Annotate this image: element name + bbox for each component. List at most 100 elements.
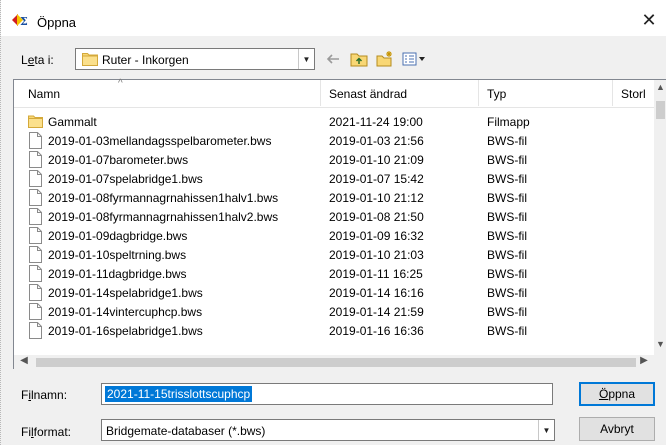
file-type: BWS-fil [487,134,527,148]
file-icon [29,132,42,149]
file-icon [29,303,42,320]
scroll-up-button[interactable]: ▲ [654,82,666,96]
filename-value: 2021-11-15trisslottscuphcp [105,386,253,402]
file-modified: 2019-01-10 21:03 [329,248,424,262]
file-row[interactable]: Gammalt 2021-11-24 19:00 Filmapp [14,112,654,131]
file-modified: 2019-01-14 16:16 [329,286,424,300]
column-type[interactable]: Typ [487,87,506,101]
view-menu-icon[interactable] [401,49,427,69]
up-folder-icon[interactable] [349,49,369,69]
file-name: 2019-01-09dagbridge.bws [48,229,188,243]
file-type: BWS-fil [487,153,527,167]
vertical-scrollbar[interactable]: ▲ ▼ [654,80,666,355]
file-name: 2019-01-07barometer.bws [48,153,189,167]
location-combo[interactable]: Ruter - Inkorgen ▼ [75,48,315,70]
file-type: BWS-fil [487,267,527,281]
file-type: BWS-fil [487,172,527,186]
horizontal-scroll-thumb[interactable] [36,358,636,367]
file-list[interactable]: Namn ^ Senast ändrad Typ Storl Gammalt 20… [13,78,666,369]
file-modified: 2019-01-03 21:56 [329,134,424,148]
filetype-dropdown-button[interactable]: ▼ [538,420,554,440]
file-name: 2019-01-03mellandagsspelbarometer.bws [48,134,272,148]
new-folder-icon[interactable] [375,49,395,69]
file-icon [29,284,42,301]
column-header: Namn ^ Senast ändrad Typ Storl [14,78,654,108]
file-icon [29,170,42,187]
file-row[interactable]: 2019-01-14vintercuphcp.bws 2019-01-14 21:… [14,302,654,321]
horizontal-scrollbar[interactable]: ◀ ▶ [14,355,666,369]
file-name: 2019-01-14vintercuphcp.bws [48,305,203,319]
column-modified[interactable]: Senast ändrad [329,87,407,101]
scroll-left-button[interactable]: ◀ [18,355,30,369]
file-type: Filmapp [487,115,530,129]
filetype-label: Filformat: [21,425,72,439]
file-icon [29,246,42,263]
open-dialog: Σ Öppna ✕ Leta i: Ruter - Inkorgen ▼ Nam… [0,0,666,445]
svg-text:Σ: Σ [20,15,28,28]
file-type: BWS-fil [487,210,527,224]
bridge-app-icon: Σ [12,14,28,28]
file-modified: 2019-01-10 21:09 [329,153,424,167]
close-button[interactable]: ✕ [637,8,661,32]
vertical-scroll-thumb[interactable] [656,101,665,119]
file-modified: 2019-01-16 16:36 [329,324,424,338]
title-bar: Σ Öppna ✕ [1,0,666,36]
file-row[interactable]: 2019-01-08fyrmannagrnahissen1halv1.bws 20… [14,188,654,207]
window-title: Öppna [37,15,77,30]
file-modified: 2019-01-11 16:25 [329,267,423,281]
file-row[interactable]: 2019-01-16spelabridge1.bws 2019-01-16 16:… [14,321,654,340]
file-icon [29,189,42,206]
file-name: 2019-01-07spelabridge1.bws [48,172,203,186]
file-name: 2019-01-16spelabridge1.bws [48,324,203,338]
file-icon [29,208,42,225]
file-name: 2019-01-10speltrning.bws [48,248,187,262]
folder-icon [28,115,43,128]
file-icon [29,322,42,339]
scroll-right-button[interactable]: ▶ [638,355,650,369]
file-icon [29,151,42,168]
file-row[interactable]: 2019-01-07spelabridge1.bws 2019-01-07 15:… [14,169,654,188]
file-row[interactable]: 2019-01-08fyrmannagrnahissen1halv2.bws 20… [14,207,654,226]
location-dropdown-button[interactable]: ▼ [298,49,314,69]
file-name: 2019-01-11dagbridge.bws [48,267,187,281]
file-modified: 2019-01-07 15:42 [329,172,424,186]
file-type: BWS-fil [487,324,527,338]
folder-icon [82,53,98,66]
file-row[interactable]: 2019-01-11dagbridge.bws 2019-01-11 16:25 B… [14,264,654,283]
file-modified: 2019-01-14 21:59 [329,305,424,319]
file-icon [29,265,42,282]
file-rows: Gammalt 2021-11-24 19:00 Filmapp 2019-01-03… [14,108,654,355]
column-name[interactable]: Namn [28,87,60,101]
file-row[interactable]: 2019-01-07barometer.bws 2019-01-10 21:09 B… [14,150,654,169]
toolbar [323,48,427,70]
file-name: 2019-01-14spelabridge1.bws [48,286,203,300]
file-row[interactable]: 2019-01-03mellandagsspelbarometer.bws 201… [14,131,654,150]
sort-ascending-icon: ^ [118,78,123,89]
filename-label: Filnamn: [21,388,68,402]
back-arrow-icon[interactable] [323,49,343,69]
scroll-down-button[interactable]: ▼ [654,339,666,353]
file-modified: 2019-01-10 21:12 [329,191,424,205]
file-name: Gammalt [48,115,97,129]
file-type: BWS-fil [487,191,527,205]
file-row[interactable]: 2019-01-10speltrning.bws 2019-01-10 21:03… [14,245,654,264]
location-value: Ruter - Inkorgen [102,53,189,67]
look-in-label: Leta i: [21,53,54,67]
file-name: 2019-01-08fyrmannagrnahissen1halv2.bws [48,210,279,224]
open-button[interactable]: Öppna [579,382,655,406]
file-modified: 2019-01-09 16:32 [329,229,424,243]
file-row[interactable]: 2019-01-09dagbridge.bws 2019-01-09 16:32 B… [14,226,654,245]
filename-input[interactable]: 2021-11-15trisslottscuphcp [101,383,553,405]
column-size[interactable]: Storl [621,87,646,101]
file-icon [29,227,42,244]
file-type: BWS-fil [487,286,527,300]
filetype-combo[interactable]: Bridgemate-databaser (*.bws) ▼ [101,419,555,441]
file-type: BWS-fil [487,305,527,319]
cancel-button[interactable]: Avbryt [579,417,655,441]
file-type: BWS-fil [487,248,527,262]
file-modified: 2019-01-08 21:50 [329,210,424,224]
file-row[interactable]: 2019-01-14spelabridge1.bws 2019-01-14 16:… [14,283,654,302]
file-type: BWS-fil [487,229,527,243]
file-modified: 2021-11-24 19:00 [329,115,423,129]
filetype-value: Bridgemate-databaser (*.bws) [106,424,266,438]
